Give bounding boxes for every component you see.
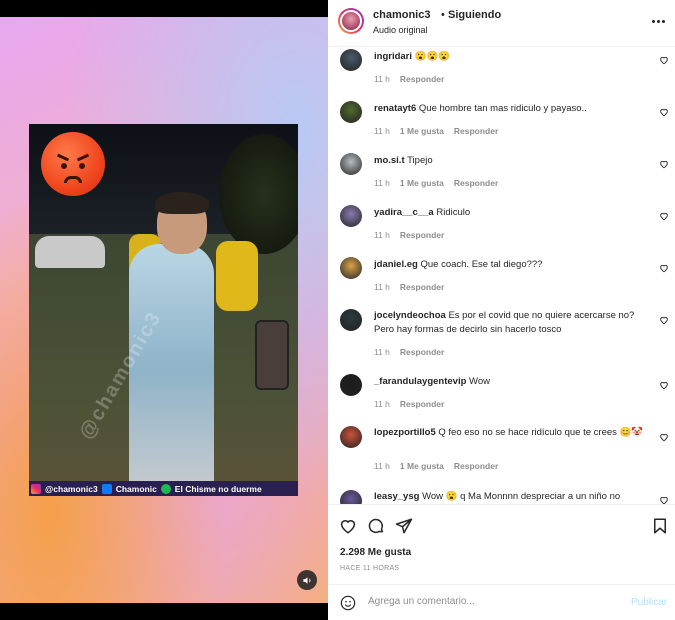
share-send-icon[interactable] bbox=[395, 517, 413, 535]
comment-username[interactable]: _farandulaygentevip bbox=[374, 376, 466, 387]
comment-username[interactable]: jocelyndeochoa bbox=[374, 310, 446, 321]
audio-link[interactable]: Audio original bbox=[373, 25, 428, 35]
comment-username[interactable]: renatayt6 bbox=[374, 103, 416, 114]
like-heart-icon[interactable] bbox=[659, 159, 669, 169]
comment-time[interactable]: 11 h bbox=[374, 461, 390, 471]
like-heart-icon[interactable] bbox=[659, 495, 669, 504]
comment-bubble-icon[interactable] bbox=[367, 517, 385, 535]
more-options-icon[interactable] bbox=[650, 14, 666, 28]
publish-comment-button[interactable]: Publicar bbox=[631, 597, 667, 608]
comment-time[interactable]: 11 h bbox=[374, 230, 390, 240]
audio-toggle-button[interactable] bbox=[297, 570, 317, 590]
speaker-icon bbox=[302, 576, 310, 584]
comment-time[interactable]: 11 h bbox=[374, 282, 390, 292]
video-credits-bar: @chamonic3 Chamonic El Chisme no duerme bbox=[29, 481, 298, 496]
comment-username[interactable]: yadira__c__a bbox=[374, 207, 434, 218]
comment-username[interactable]: ingridari bbox=[374, 51, 412, 62]
comment-username[interactable]: mo.si.t bbox=[374, 155, 405, 166]
comment-time[interactable]: 11 h bbox=[374, 74, 390, 84]
commenter-avatar[interactable] bbox=[340, 426, 362, 448]
commenter-avatar[interactable] bbox=[340, 490, 362, 504]
comment-reply-button[interactable]: Responder bbox=[400, 74, 444, 84]
emoji-icon[interactable] bbox=[340, 595, 356, 611]
post-action-bar bbox=[328, 504, 675, 544]
instagram-post-modal: @chamonic3 @chamonic3 Chamonic El Chisme… bbox=[0, 0, 675, 620]
comment-body: Wow 😮 q Ma Monnnn despreciar a un niño n… bbox=[422, 491, 621, 502]
comment-time[interactable]: 11 h bbox=[374, 178, 390, 188]
angry-face-icon bbox=[41, 132, 105, 196]
comment-username[interactable]: jdaniel.eg bbox=[374, 259, 418, 270]
comment-like-count[interactable]: 1 Me gusta bbox=[400, 126, 444, 136]
comment-body: Tipejo bbox=[407, 155, 433, 166]
comment-body: Q feo eso no se hace ridículo que te cre… bbox=[438, 427, 644, 438]
comment-reply-button[interactable]: Responder bbox=[400, 347, 444, 357]
like-heart-icon[interactable] bbox=[659, 263, 669, 273]
like-heart-icon[interactable] bbox=[659, 107, 669, 117]
comment-body: Que coach. Ese tal diego??? bbox=[420, 259, 543, 270]
comment-body: Que hombre tan mas ridiculo y payaso.. bbox=[418, 103, 587, 114]
comment-time[interactable]: 11 h bbox=[374, 399, 390, 409]
post-timestamp[interactable]: HACE 11 HORAS bbox=[340, 565, 399, 572]
post-media-panel: @chamonic3 @chamonic3 Chamonic El Chisme… bbox=[0, 0, 328, 620]
commenter-avatar[interactable] bbox=[340, 205, 362, 227]
author-avatar[interactable] bbox=[338, 8, 364, 34]
video-car bbox=[35, 236, 105, 268]
comments-list[interactable]: ingridari 😮😮😮 11 h Responder renatayt6 Q… bbox=[328, 47, 675, 504]
comment-reply-button[interactable]: Responder bbox=[454, 461, 498, 471]
commenter-avatar[interactable] bbox=[340, 153, 362, 175]
credit-instagram: @chamonic3 bbox=[45, 483, 98, 494]
video-phone bbox=[255, 320, 289, 390]
comment-reply-button[interactable]: Responder bbox=[454, 178, 498, 188]
like-heart-icon[interactable] bbox=[659, 380, 669, 390]
comment-body: Ridiculo bbox=[436, 207, 471, 218]
comment-reply-button[interactable]: Responder bbox=[400, 399, 444, 409]
like-heart-icon[interactable] bbox=[659, 315, 669, 325]
video-person-hair bbox=[155, 192, 209, 214]
comment-body: 😮😮😮 bbox=[414, 51, 451, 62]
commenter-avatar[interactable] bbox=[340, 309, 362, 331]
spotify-icon bbox=[160, 483, 171, 494]
following-button[interactable]: Siguiendo bbox=[448, 9, 501, 21]
bookmark-icon[interactable] bbox=[651, 517, 669, 535]
commenter-avatar[interactable] bbox=[340, 49, 362, 71]
credit-podcast: El Chisme no duerme bbox=[174, 483, 262, 494]
add-comment-bar: Publicar bbox=[328, 584, 675, 620]
comment-time[interactable]: 11 h bbox=[374, 347, 390, 357]
comment-input[interactable] bbox=[368, 596, 618, 607]
credit-facebook: Chamonic bbox=[115, 483, 157, 494]
comment-username[interactable]: lopezportillo5 bbox=[374, 427, 436, 438]
commenter-avatar[interactable] bbox=[340, 101, 362, 123]
post-details-panel: chamonic3 • Siguiendo Audio original ing… bbox=[328, 0, 675, 620]
header-separator: • bbox=[441, 9, 445, 21]
post-header: chamonic3 • Siguiendo Audio original bbox=[328, 0, 675, 47]
commenter-avatar[interactable] bbox=[340, 374, 362, 396]
comment-reply-button[interactable]: Responder bbox=[400, 230, 444, 240]
instagram-icon bbox=[31, 483, 41, 494]
comment-reply-button[interactable]: Responder bbox=[400, 282, 444, 292]
comment-time[interactable]: 11 h bbox=[374, 126, 390, 136]
comment-like-count[interactable]: 1 Me gusta bbox=[400, 178, 444, 188]
like-heart-icon[interactable] bbox=[659, 211, 669, 221]
like-heart-icon[interactable] bbox=[339, 517, 357, 535]
comment-like-count[interactable]: 1 Me gusta bbox=[400, 461, 444, 471]
facebook-icon bbox=[101, 483, 112, 494]
like-heart-icon[interactable] bbox=[659, 55, 669, 65]
video-person-yellow bbox=[216, 241, 258, 311]
likes-count[interactable]: 2.298 Me gusta bbox=[340, 547, 411, 558]
like-heart-icon[interactable] bbox=[659, 432, 669, 442]
author-username[interactable]: chamonic3 bbox=[373, 9, 430, 21]
comment-reply-button[interactable]: Responder bbox=[454, 126, 498, 136]
video-person-main bbox=[129, 244, 214, 494]
comment-username[interactable]: leasy_ysg bbox=[374, 491, 419, 502]
comment-body: Wow bbox=[469, 376, 490, 387]
commenter-avatar[interactable] bbox=[340, 257, 362, 279]
